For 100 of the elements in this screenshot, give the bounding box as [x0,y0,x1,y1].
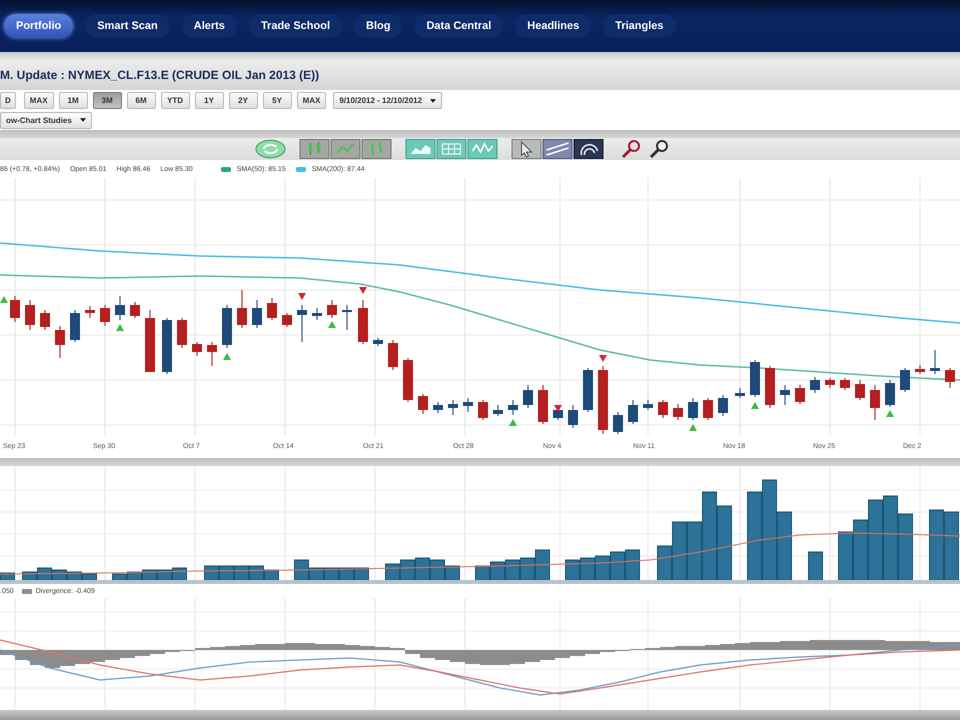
candle [192,342,202,356]
nav-tab[interactable]: Trade School [248,14,342,38]
candle [538,384,548,424]
candle [237,290,247,328]
wave-chart-icon[interactable] [467,139,498,159]
candle [780,384,790,406]
volume-bar [610,552,625,580]
candle [358,300,368,344]
range-button[interactable]: MAX [24,92,54,109]
up-marker-icon [223,353,231,360]
nav-tab[interactable]: Headlines [515,14,592,38]
caret-icon [80,118,86,122]
range-button[interactable]: YTD [160,92,190,109]
candle [795,384,805,404]
candle [100,304,110,326]
candle [177,318,187,348]
range-button[interactable]: MAX [296,92,326,109]
date-range-dropdown[interactable]: 9/10/2012 - 12/10/2012 [333,92,442,109]
up-marker-icon [886,410,894,417]
line-chart-icon[interactable] [330,139,361,159]
nav-tab[interactable]: Portfolio [4,14,74,38]
candle [312,308,322,320]
candle [688,398,698,420]
range-button[interactable]: 1Y [194,92,224,109]
refresh-icon[interactable] [255,139,286,159]
candle [115,296,125,320]
candle [373,338,383,346]
candle [583,368,593,412]
candle [825,378,835,388]
volume-bar [838,532,853,580]
candle [463,398,473,412]
studies-dropdown[interactable]: ow-Chart Studies [0,112,92,128]
candle [703,398,713,420]
candle [658,400,668,418]
grid-chart-icon[interactable] [436,139,467,159]
candle [388,340,398,370]
candle [840,378,850,390]
candle [448,400,458,416]
up-marker-icon [689,424,697,431]
candle [327,300,337,318]
arc-icon[interactable] [573,139,604,159]
candle [900,368,910,392]
area-chart-icon[interactable] [405,139,436,159]
candle [855,380,865,400]
candle [10,296,20,322]
nav-tab[interactable]: Alerts [182,14,237,38]
candle [598,366,608,434]
nav-tab[interactable]: Data Central [414,14,504,38]
bar-chart-icon[interactable] [361,139,392,159]
candle [478,400,488,420]
volume-bar [415,558,430,580]
candle [508,400,518,416]
volume-bar [944,512,959,580]
up-marker-icon [509,419,517,426]
up-marker-icon [0,296,8,303]
candle [810,376,820,394]
candle [70,310,80,342]
volume-bar [898,514,913,580]
range-button[interactable]: 2Y [228,92,258,109]
candle [162,318,172,374]
candlestick-icon[interactable] [299,139,330,159]
cursor-icon[interactable] [511,139,542,159]
candle [930,350,940,374]
candle [282,312,292,328]
candle [643,400,653,410]
volume-bar [520,558,535,580]
candle [130,302,140,318]
parallel-lines-icon[interactable] [542,139,573,159]
candle [568,404,578,428]
candle [297,304,307,342]
candle [342,304,352,330]
nav-tab[interactable]: Smart Scan [85,14,170,38]
nav-tab[interactable]: Blog [354,14,402,38]
volume-bar [808,552,823,580]
range-button[interactable]: 6M [126,92,156,109]
candle [735,388,745,398]
candle [222,304,232,348]
candle [403,358,413,402]
down-marker-icon [359,287,367,294]
candle [718,394,728,416]
range-button[interactable]: 1M [58,92,88,109]
volume-bar [385,564,400,580]
volume-bar [625,550,640,580]
candle [55,326,65,358]
range-button[interactable]: 5Y [262,92,292,109]
range-button[interactable]: D [0,92,16,109]
candle [418,394,428,414]
volume-bar [430,560,445,580]
nav-tab[interactable]: Triangles [603,14,676,38]
candle [628,400,638,424]
candle [493,404,503,416]
candle [765,366,775,408]
candle [252,300,262,328]
volume-bar [400,560,415,580]
volume-bar [580,558,595,580]
volume-bar [535,550,550,580]
up-marker-icon [328,321,336,328]
candle [25,300,35,330]
volume-bar [595,556,610,580]
range-button[interactable]: 3M [92,92,122,109]
